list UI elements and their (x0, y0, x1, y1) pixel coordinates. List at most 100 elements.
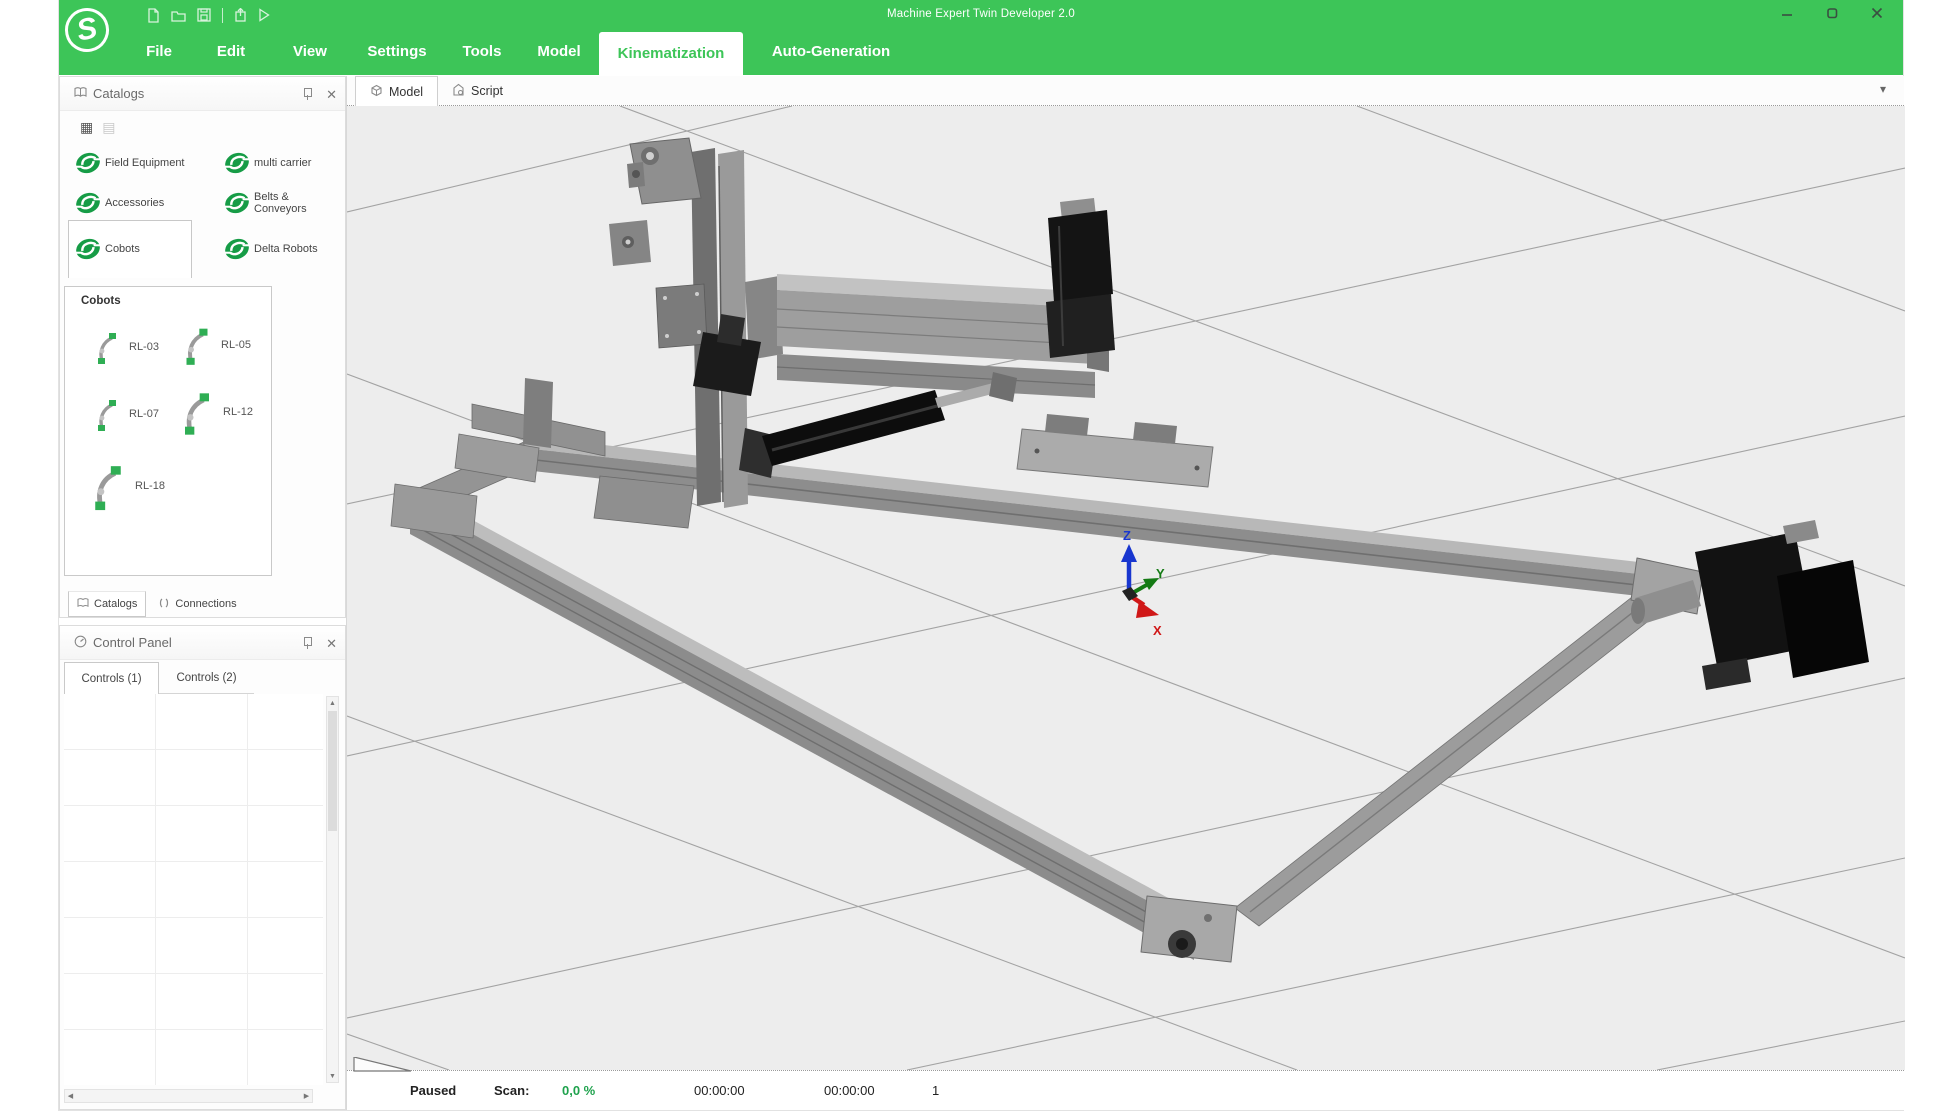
se-logo-icon (223, 235, 251, 263)
tab-controls-1[interactable]: Controls (1) (64, 662, 159, 694)
open-icon[interactable] (171, 9, 186, 22)
dock-tab-label: Connections (175, 598, 236, 610)
dock-tab-catalogs[interactable]: Catalogs (68, 591, 146, 617)
se-logo-icon (223, 189, 251, 217)
catalog-item-label: Cobots (105, 243, 140, 255)
window-controls (1775, 2, 1889, 24)
robot-arm-icon (91, 459, 125, 513)
viewport: Model Script ▾ (346, 76, 1904, 1110)
export-icon[interactable] (234, 8, 247, 22)
new-file-icon[interactable] (147, 8, 160, 23)
actuator-cylinder (739, 372, 1017, 478)
status-state: Paused (410, 1071, 456, 1111)
menu-edit[interactable]: Edit (209, 28, 253, 75)
axis-y-label: Y (1156, 566, 1165, 581)
robot-label: RL-18 (135, 480, 165, 492)
catalog-item-label: multi carrier (254, 157, 311, 169)
scan-value: 0,0 % (562, 1071, 595, 1111)
dock-tab-connections[interactable]: Connections (150, 591, 244, 617)
splitter-grip[interactable] (353, 1057, 415, 1072)
counter-value: 1 (932, 1071, 939, 1111)
control-panel-title: Control Panel (93, 635, 172, 650)
robot-arm-icon (181, 387, 213, 437)
robot-arm-icon (95, 329, 119, 365)
catalogs-panel-header: Catalogs ✕ (60, 77, 345, 111)
cobots-group-box: Cobots RL-03 RL-05 RL-07 RL-12 RL-18 (64, 286, 272, 576)
3d-canvas[interactable]: Z Y X (347, 106, 1905, 1070)
robot-label: RL-07 (129, 408, 159, 420)
axis-z-label: Z (1123, 528, 1131, 543)
catalogs-icon (77, 598, 89, 611)
menu-settings[interactable]: Settings (362, 28, 432, 75)
chevron-down-icon[interactable]: ▾ (1880, 82, 1886, 96)
catalog-item-field-equipment[interactable]: Field Equipment (74, 143, 185, 183)
vertical-scroll-thumb[interactable] (328, 711, 337, 831)
close-icon[interactable]: ✕ (326, 637, 337, 650)
robot-arm-icon (183, 323, 211, 367)
control-panel-icon (74, 635, 87, 651)
scroll-down-icon[interactable]: ▼ (327, 1070, 338, 1082)
status-bar: Paused Scan: 0,0 % 00:00:00 00:00:00 1 (347, 1070, 1904, 1110)
elapsed-time: 00:00:00 (694, 1071, 745, 1111)
maximize-button[interactable] (1820, 2, 1844, 24)
pin-icon[interactable] (302, 88, 312, 100)
se-logo-icon (74, 189, 102, 217)
tab-controls-2[interactable]: Controls (2) (159, 662, 254, 694)
menu-view[interactable]: View (287, 28, 333, 75)
cobots-group-title: Cobots (81, 295, 121, 307)
save-icon[interactable] (197, 8, 211, 22)
robot-item-rl12[interactable]: RL-12 (181, 387, 253, 437)
scroll-up-icon[interactable]: ▲ (327, 697, 338, 709)
axis-triad: Z Y X (1121, 528, 1165, 638)
model-tab-icon (370, 84, 383, 100)
cross-beam (693, 274, 1109, 398)
catalog-item-multi-carrier[interactable]: multi carrier (223, 143, 311, 183)
catalog-item-label: Field Equipment (105, 157, 185, 169)
control-panel: Control Panel ✕ Controls (1) Controls (2… (59, 625, 346, 1110)
dock-tab-bar: Catalogs Connections (60, 589, 345, 617)
scan-label: Scan: (494, 1071, 529, 1111)
menu-auto-generation[interactable]: Auto-Generation (757, 28, 905, 75)
control-panel-tabs: Controls (1) Controls (2) (64, 662, 254, 694)
se-logo-icon (74, 235, 102, 263)
list-view-icon[interactable]: ▤ (102, 119, 115, 136)
control-panel-header: Control Panel ✕ (60, 626, 345, 660)
robot-item-rl05[interactable]: RL-05 (183, 323, 251, 367)
close-button[interactable] (1865, 2, 1889, 24)
robot-label: RL-12 (223, 406, 253, 418)
robot-item-rl03[interactable]: RL-03 (95, 329, 159, 365)
scroll-right-icon[interactable]: ▶ (301, 1090, 312, 1102)
pin-icon[interactable] (302, 637, 312, 649)
menu-model[interactable]: Model (533, 28, 585, 75)
gantry-frame (391, 414, 1703, 962)
minimize-button[interactable] (1775, 2, 1799, 24)
robot-item-rl18[interactable]: RL-18 (91, 459, 165, 513)
robot-label: RL-05 (221, 339, 251, 351)
catalog-item-accessories[interactable]: Accessories (74, 183, 164, 223)
grid-view-icon[interactable]: ▦ (80, 119, 93, 136)
scroll-left-icon[interactable]: ◀ (65, 1090, 76, 1102)
horizontal-scrollbar[interactable]: ◀ ▶ (64, 1089, 313, 1103)
menu-bar: File Edit View Settings Tools Model Kine… (59, 28, 1903, 75)
app-logo: S (63, 5, 111, 55)
run-icon[interactable] (258, 8, 270, 22)
window-title: Machine Expert Twin Developer 2.0 (59, 0, 1903, 28)
robot-arm-icon (95, 395, 119, 433)
catalog-item-label: Accessories (105, 197, 164, 209)
catalog-item-cobots-active[interactable]: Cobots (74, 229, 140, 269)
app-window: Machine Expert Twin Developer 2.0 S File… (58, 0, 1904, 1111)
dock-tab-label: Catalogs (94, 598, 137, 610)
script-tab-icon (452, 83, 465, 99)
vertical-scrollbar[interactable]: ▲ ▼ (326, 696, 339, 1083)
menu-tools[interactable]: Tools (457, 28, 507, 75)
catalog-item-delta-robots[interactable]: Delta Robots (223, 229, 318, 269)
tab-model[interactable]: Model (355, 76, 438, 106)
catalogs-icon (74, 86, 87, 101)
robot-item-rl07[interactable]: RL-07 (95, 395, 159, 433)
close-icon[interactable]: ✕ (326, 88, 337, 101)
menu-file[interactable]: File (137, 28, 181, 75)
cycle-time: 00:00:00 (824, 1071, 875, 1111)
menu-kinematization-active[interactable]: Kinematization (599, 32, 743, 75)
tab-script[interactable]: Script (438, 76, 517, 106)
catalog-item-belts-conveyors[interactable]: Belts & Conveyors (223, 183, 340, 223)
